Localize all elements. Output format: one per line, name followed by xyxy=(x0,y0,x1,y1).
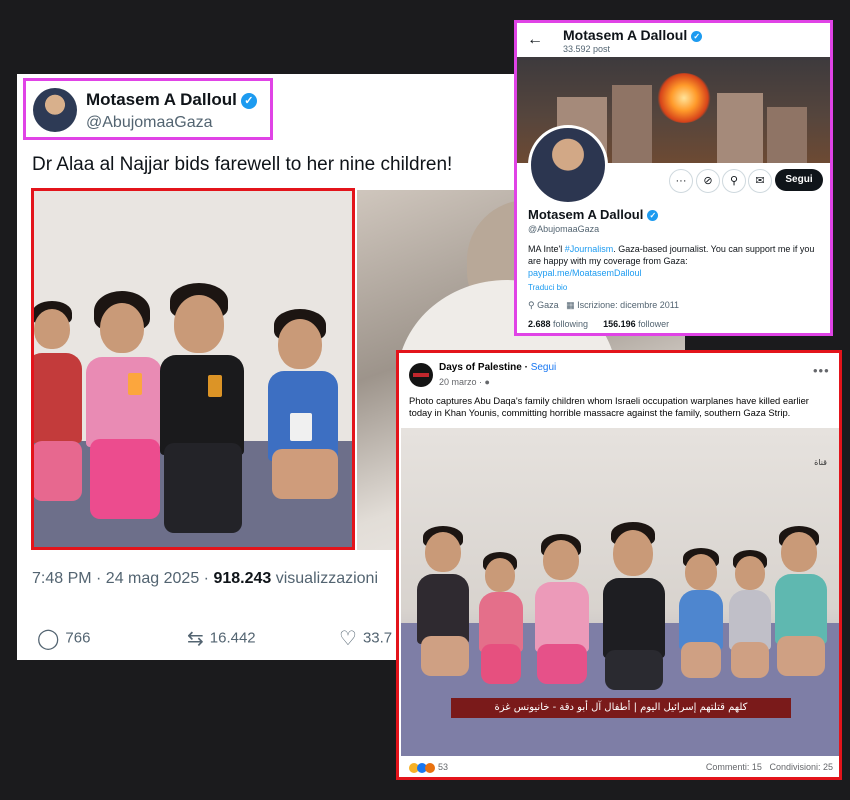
profile-header-name: Motasem A Dalloul ✓ xyxy=(563,27,703,43)
location-icon: ⚲ xyxy=(528,300,535,310)
grok-button[interactable]: ⊘ xyxy=(696,169,720,193)
page-avatar[interactable] xyxy=(409,363,433,387)
calendar-icon: ▦ xyxy=(566,300,575,310)
following-link[interactable]: 2.688 following xyxy=(528,319,588,329)
grok-icon: ⊘ xyxy=(703,175,713,187)
shares-count[interactable]: Condivisioni: 25 xyxy=(769,762,833,772)
page-name-row: Days of Palestine · Segui xyxy=(439,362,557,373)
follow-link[interactable]: Segui xyxy=(531,362,557,373)
reactions[interactable]: 53 xyxy=(409,762,448,773)
engagement-stats: Commenti: 15 Condivisioni: 25 xyxy=(706,762,833,772)
post-date[interactable]: 20 marzo · ● xyxy=(439,377,490,387)
more-icon: ··· xyxy=(675,175,687,187)
x-profile-card: ← Motasem A Dalloul ✓ 33.592 post ··· ⊘ ⚲… xyxy=(514,20,833,336)
like-button[interactable]: ♡ 33.7 xyxy=(339,626,392,651)
retweet-icon: ⇆ xyxy=(187,628,204,650)
profile-display-name: Motasem A Dalloul ✓ xyxy=(528,207,659,222)
more-options-icon[interactable]: ••• xyxy=(813,363,830,378)
paypal-link[interactable]: paypal.me/MoatasemDalloul xyxy=(528,268,642,278)
search-button[interactable]: ⚲ xyxy=(722,169,746,193)
verified-icon: ✓ xyxy=(240,92,257,109)
post-count: 33.592 post xyxy=(563,44,611,54)
author-avatar[interactable] xyxy=(33,88,77,132)
tweet-text: Dr Alaa al Najjar bids farewell to her n… xyxy=(32,154,453,175)
author-handle[interactable]: @AbujomaaGaza xyxy=(86,114,213,132)
retweet-button[interactable]: ⇆ 16.442 xyxy=(187,626,256,651)
tweet-photo-children[interactable] xyxy=(31,188,355,550)
mail-icon: ✉ xyxy=(755,175,765,187)
back-arrow-icon[interactable]: ← xyxy=(527,31,543,49)
views-count: 918.243 xyxy=(213,570,272,587)
post-photo[interactable]: قناة كلهم قتلتهم إسرائيل اليوم | أطفال آ… xyxy=(401,428,839,756)
post-footer: 53 Commenti: 15 Condivisioni: 25 xyxy=(409,762,833,773)
reply-button[interactable]: ◯ 766 xyxy=(37,626,90,651)
hashtag-link[interactable]: #Journalism xyxy=(565,244,614,254)
verified-icon: ✓ xyxy=(691,30,703,42)
verified-icon: ✓ xyxy=(647,210,659,222)
translate-bio-link[interactable]: Traduci bio xyxy=(528,283,567,292)
channel-watermark: قناة xyxy=(814,458,827,467)
post-caption: Photo captures Abu Daqa's family childre… xyxy=(409,395,809,418)
profile-handle: @AbujomaaGaza xyxy=(528,224,600,234)
follow-button[interactable]: Segui xyxy=(775,169,823,191)
profile-location-row: ⚲ Gaza ▦ Iscrizione: dicembre 2011 xyxy=(528,300,680,310)
angry-reaction-icon xyxy=(425,762,435,773)
follow-counts: 2.688 following 156.196 follower xyxy=(528,319,669,329)
profile-bio: MA Inte'l #Journalism. Gaza-based journa… xyxy=(528,244,815,278)
followers-link[interactable]: 156.196 follower xyxy=(603,319,669,329)
page-name[interactable]: Days of Palestine xyxy=(439,362,522,373)
facebook-post-card: Days of Palestine · Segui 20 marzo · ● •… xyxy=(396,350,842,780)
like-icon: ♡ xyxy=(339,628,357,650)
more-button[interactable]: ··· xyxy=(669,169,693,193)
explosion xyxy=(657,73,711,123)
photo-overlay-caption: كلهم قتلتهم إسرائيل اليوم | أطفال آل أبو… xyxy=(451,698,791,718)
search-icon: ⚲ xyxy=(729,175,739,187)
reply-icon: ◯ xyxy=(37,628,60,650)
profile-avatar[interactable] xyxy=(528,125,608,205)
comments-count[interactable]: Commenti: 15 xyxy=(706,762,762,772)
message-button[interactable]: ✉ xyxy=(748,169,772,193)
tweet-meta: 7:48 PM · 24 mag 2025 · 918.243 visualiz… xyxy=(32,570,378,587)
globe-icon: ● xyxy=(484,377,490,387)
author-name[interactable]: Motasem A Dalloul ✓ xyxy=(86,90,257,110)
